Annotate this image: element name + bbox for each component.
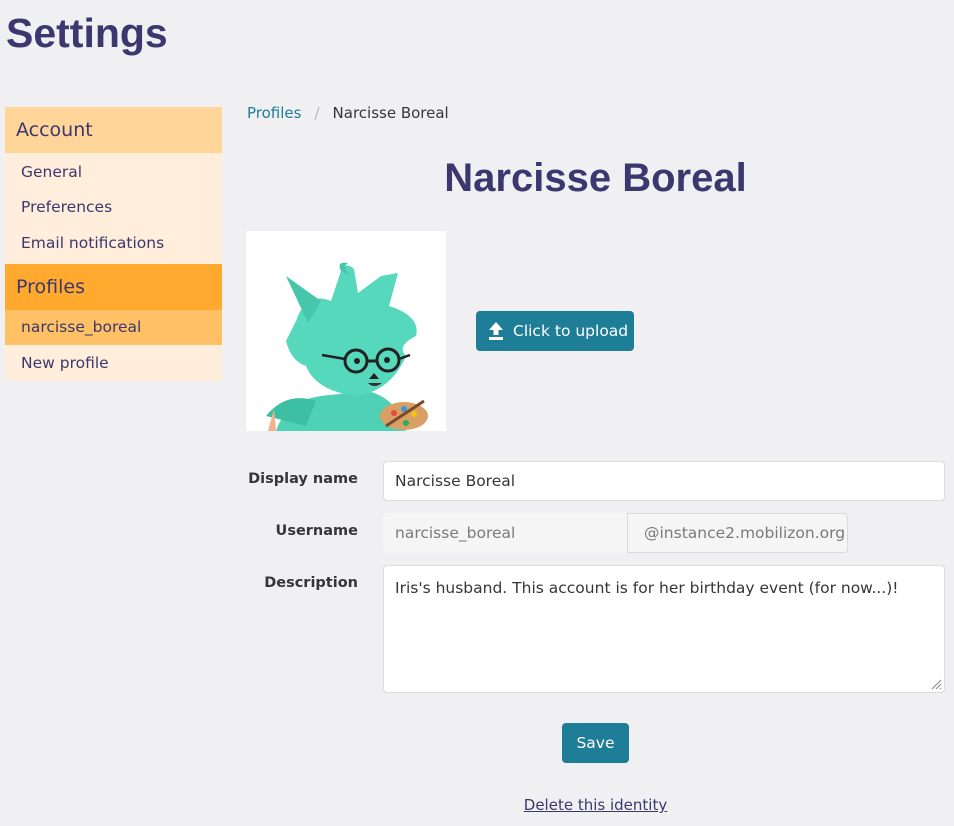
username-domain-addon: @instance2.mobilizon.org (627, 513, 848, 553)
username-input[interactable]: narcisse_boreal (383, 513, 628, 553)
breadcrumb-current: Narcisse Boreal (332, 104, 449, 122)
description-textarea[interactable]: Iris's husband. This account is for her … (383, 565, 945, 693)
profile-avatar (246, 231, 446, 431)
description-text: Iris's husband. This account is for her … (395, 579, 899, 597)
breadcrumb-separator: / (314, 104, 320, 122)
fox-painter-mascot-icon (246, 231, 446, 431)
description-label: Description (264, 575, 358, 591)
sidebar-item-email-notifications[interactable]: Email notifications (5, 225, 222, 261)
upload-button-label: Click to upload (513, 322, 629, 340)
sidebar-item-profile-narcisse-boreal[interactable]: narcisse_boreal (5, 309, 222, 345)
display-name-input[interactable]: Narcisse Boreal (383, 461, 945, 501)
sidebar-item-new-profile[interactable]: New profile (5, 345, 222, 381)
sidebar-account-list: General Preferences Email notifications (5, 153, 222, 264)
upload-icon (489, 322, 503, 340)
sidebar-item-general[interactable]: General (5, 154, 222, 190)
breadcrumb-profiles-link[interactable]: Profiles (247, 104, 301, 122)
breadcrumb: Profiles / Narcisse Boreal (247, 104, 449, 122)
upload-avatar-button[interactable]: Click to upload (476, 311, 634, 351)
sidebar-profiles-list: narcisse_boreal New profile (5, 309, 222, 381)
username-label: Username (275, 523, 358, 539)
sidebar-heading-account: Account (5, 107, 222, 153)
save-button[interactable]: Save (562, 723, 629, 763)
resize-handle-icon[interactable] (930, 678, 942, 690)
delete-identity-link[interactable]: Delete this identity (246, 796, 945, 814)
page-title: Settings (6, 10, 168, 56)
sidebar-item-preferences[interactable]: Preferences (5, 190, 222, 226)
settings-sidebar: Account General Preferences Email notifi… (5, 107, 222, 381)
profile-name-heading: Narcisse Boreal (444, 156, 747, 200)
sidebar-heading-profiles: Profiles (5, 263, 222, 310)
display-name-label: Display name (248, 471, 358, 487)
